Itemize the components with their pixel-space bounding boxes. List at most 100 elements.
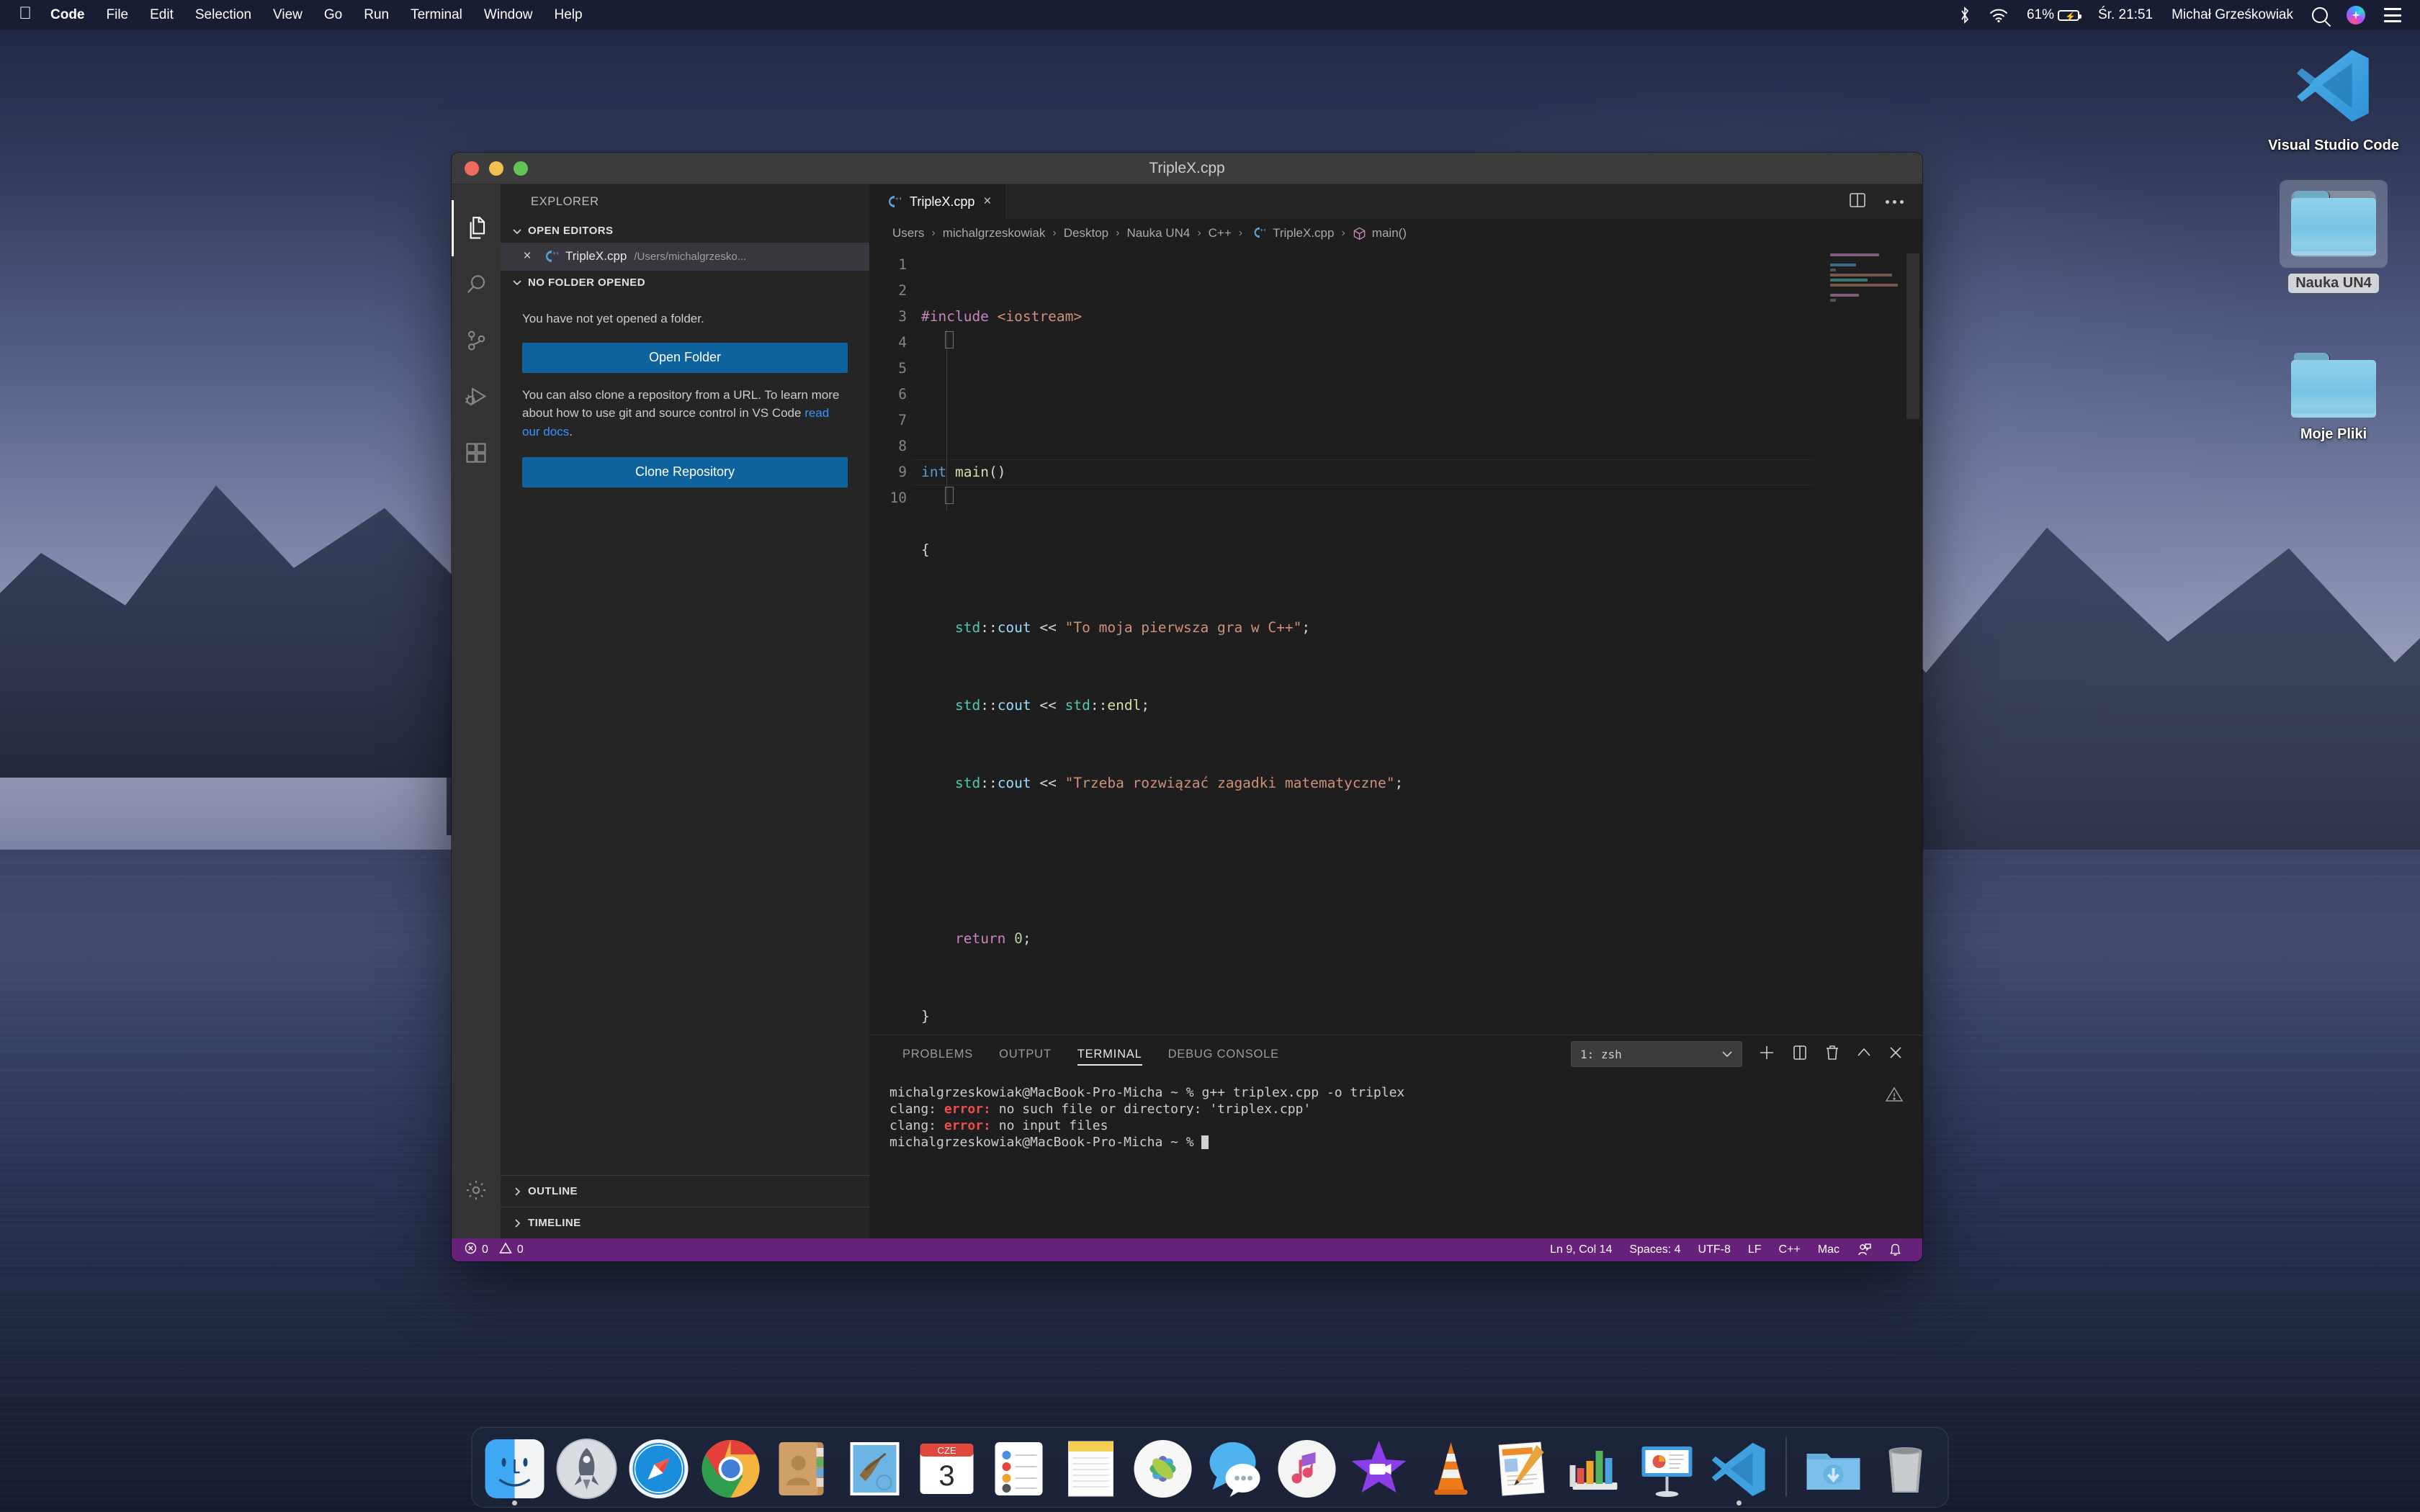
dock-item-pages[interactable]: [1492, 1438, 1554, 1500]
minimize-window-button[interactable]: [489, 161, 503, 176]
dock-item-photos[interactable]: [1132, 1438, 1194, 1500]
dock-item-finder[interactable]: [484, 1438, 546, 1506]
editor-scrollbar[interactable]: [1906, 253, 1919, 419]
menu-item-edit[interactable]: Edit: [150, 7, 174, 23]
menubar-clock[interactable]: Śr. 21:51: [2098, 7, 2153, 23]
clone-repository-button[interactable]: Clone Repository: [522, 456, 848, 487]
sidebar-item-search[interactable]: [452, 256, 501, 312]
feedback-icon[interactable]: [1848, 1238, 1880, 1261]
vscode-icon: [2296, 50, 2369, 122]
dock-item-mail[interactable]: [844, 1438, 906, 1500]
section-no-folder-opened[interactable]: NO FOLDER OPENED: [501, 270, 869, 294]
menu-item-run[interactable]: Run: [364, 7, 389, 23]
terminal-output[interactable]: michalgrzeskowiak@MacBook-Pro-Micha ~ % …: [869, 1073, 1922, 1238]
kill-terminal-button[interactable]: [1824, 1044, 1840, 1065]
menu-item-terminal[interactable]: Terminal: [411, 7, 462, 23]
close-icon[interactable]: ×: [983, 194, 991, 210]
dock-item-messages[interactable]: [1204, 1438, 1266, 1500]
menu-item-window[interactable]: Window: [484, 7, 533, 23]
breadcrumb-item-main[interactable]: main(): [1372, 226, 1407, 240]
maximize-window-button[interactable]: [514, 161, 528, 176]
breadcrumb-item-michalgrzeskowiak[interactable]: michalgrzeskowiak: [943, 226, 1046, 240]
battery-status[interactable]: 61% ⚡: [2027, 7, 2081, 23]
desktop-icon-moje-pliki[interactable]: Moje Pliki: [2254, 353, 2413, 444]
split-terminal-button[interactable]: [1791, 1044, 1809, 1065]
tab-triplex-cpp[interactable]: ++ TripleX.cpp ×: [869, 184, 1007, 219]
desktop-icon-vscode[interactable]: Visual Studio Code: [2254, 43, 2413, 156]
sidebar-item-explorer[interactable]: [452, 200, 501, 256]
menu-item-help[interactable]: Help: [555, 7, 583, 23]
breadcrumb-item-triplex-cpp[interactable]: TripleX.cpp: [1273, 226, 1334, 240]
menu-item-view[interactable]: View: [273, 7, 302, 23]
dock-item-imovie[interactable]: [1348, 1438, 1410, 1500]
dock-item-contacts[interactable]: [772, 1438, 834, 1500]
status-problems[interactable]: 0 0: [465, 1238, 532, 1261]
close-window-button[interactable]: [465, 161, 479, 176]
contacts-icon: [779, 1442, 824, 1495]
open-folder-button[interactable]: Open Folder: [522, 342, 848, 373]
apple-logo-icon[interactable]: : [19, 5, 32, 22]
warning-triangle-icon: [1885, 1086, 1904, 1107]
macos-dock: CZE 3: [471, 1427, 1949, 1508]
open-editor-item[interactable]: × ++ TripleX.cpp /Users/michalgrzesko...: [501, 243, 869, 270]
section-outline[interactable]: OUTLINE: [501, 1175, 869, 1207]
bluetooth-icon[interactable]: [1959, 6, 1971, 24]
status-platform[interactable]: Mac: [1809, 1238, 1848, 1261]
new-terminal-button[interactable]: [1758, 1044, 1775, 1065]
status-cursor-position[interactable]: Ln 9, Col 14: [1541, 1238, 1621, 1261]
status-indentation[interactable]: Spaces: 4: [1621, 1238, 1689, 1261]
wifi-icon[interactable]: [1989, 8, 2008, 22]
tab-output[interactable]: OUTPUT: [986, 1035, 1065, 1073]
desktop-icon-nauka-un4[interactable]: Nauka UN4: [2254, 180, 2413, 293]
breadcrumb-item-desktop[interactable]: Desktop: [1064, 226, 1108, 240]
status-eol[interactable]: LF: [1739, 1238, 1770, 1261]
menu-item-file[interactable]: File: [107, 7, 129, 23]
siri-icon[interactable]: [2347, 6, 2365, 24]
spotlight-search-icon[interactable]: [2312, 7, 2328, 23]
breadcrumb-item-nauka-un4[interactable]: Nauka UN4: [1126, 226, 1190, 240]
dock-item-chrome[interactable]: [700, 1438, 762, 1500]
terminal-error-message: no input files: [990, 1118, 1108, 1133]
dock-item-downloads[interactable]: [1803, 1438, 1865, 1500]
control-center-icon[interactable]: [2384, 8, 2401, 22]
dock-item-vlc[interactable]: [1420, 1438, 1482, 1500]
menu-item-selection[interactable]: Selection: [195, 7, 251, 23]
bell-icon[interactable]: [1880, 1238, 1911, 1261]
status-language-mode[interactable]: C++: [1770, 1238, 1809, 1261]
dock-item-reminders[interactable]: [988, 1438, 1050, 1500]
section-timeline[interactable]: TIMELINE: [501, 1207, 869, 1238]
section-open-editors[interactable]: OPEN EDITORS: [501, 219, 869, 243]
terminal-selector-dropdown[interactable]: 1: zsh: [1571, 1041, 1742, 1067]
dock-item-vscode[interactable]: [1708, 1438, 1770, 1506]
macos-menu-bar:  Code File Edit Selection View Go Run T…: [0, 0, 2420, 30]
dock-item-itunes[interactable]: [1276, 1438, 1338, 1500]
sidebar-item-extensions[interactable]: [452, 425, 501, 481]
maximize-panel-button[interactable]: [1856, 1045, 1872, 1063]
ellipsis-icon[interactable]: [1886, 199, 1904, 204]
sidebar-item-run-and-debug[interactable]: [452, 369, 501, 425]
menu-item-code[interactable]: Code: [50, 7, 85, 23]
manage-settings-button[interactable]: [452, 1162, 501, 1218]
vscode-window: TripleX.cpp EXPLORER OPEN EDITORS × ++ T…: [452, 153, 1922, 1261]
dock-item-trash[interactable]: [1875, 1438, 1937, 1500]
code-editor[interactable]: 1 2 3 4 5 6 7 8 9 10 #include <iostream>…: [869, 248, 1922, 1035]
menu-item-go[interactable]: Go: [324, 7, 342, 23]
sidebar-item-source-control[interactable]: [452, 312, 501, 369]
dock-item-notes[interactable]: [1060, 1438, 1122, 1500]
menubar-username[interactable]: Michał Grześkowiak: [2172, 7, 2293, 23]
dock-item-numbers[interactable]: [1564, 1438, 1626, 1500]
dock-item-calendar[interactable]: CZE 3: [916, 1438, 978, 1500]
dock-item-launchpad[interactable]: [556, 1438, 618, 1500]
editor-minimap[interactable]: [1830, 253, 1902, 340]
dock-item-safari[interactable]: [628, 1438, 690, 1500]
split-editor-icon[interactable]: [1848, 192, 1867, 212]
tab-terminal[interactable]: TERMINAL: [1065, 1035, 1155, 1073]
status-encoding[interactable]: UTF-8: [1690, 1238, 1739, 1261]
breadcrumb-item-cpp[interactable]: C++: [1209, 226, 1232, 240]
close-panel-button[interactable]: [1888, 1045, 1904, 1064]
breadcrumb-item-users[interactable]: Users: [892, 226, 924, 240]
dock-item-keynote[interactable]: [1636, 1438, 1698, 1500]
tab-debug-console[interactable]: DEBUG CONSOLE: [1155, 1035, 1292, 1073]
close-icon[interactable]: ×: [519, 248, 535, 264]
tab-problems[interactable]: PROBLEMS: [889, 1035, 986, 1073]
